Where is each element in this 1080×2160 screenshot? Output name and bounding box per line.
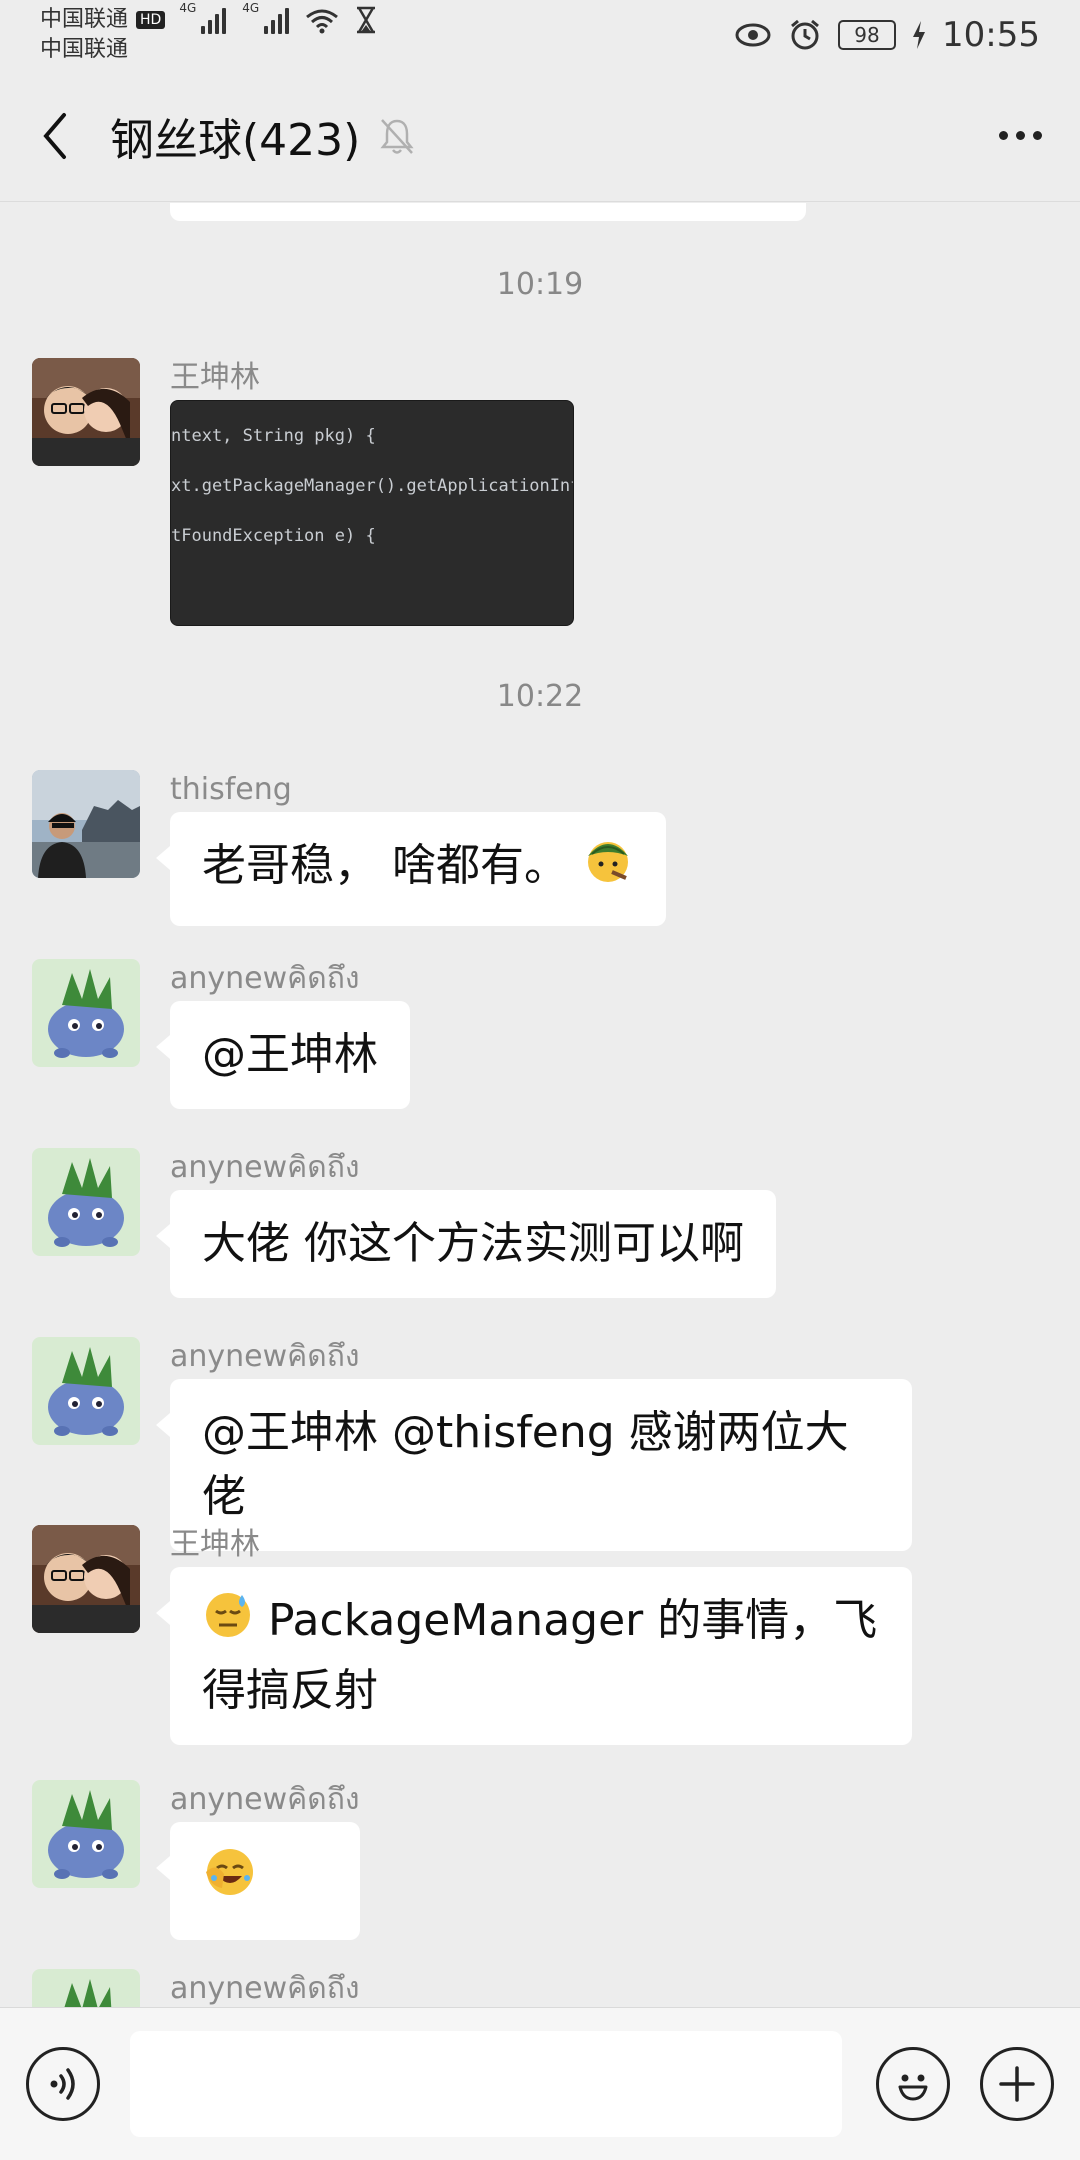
message-text: PackageManager 的事情，飞得搞反射 — [202, 1595, 878, 1716]
chevron-left-icon — [43, 112, 66, 159]
message-text: 大佬 你这个方法实测可以啊 — [202, 1218, 744, 1269]
message-text: @王坤林 @thisfeng 感谢两位大佬 — [202, 1407, 849, 1522]
dot-icon — [1015, 131, 1025, 140]
signal-icon: 4G — [179, 1, 227, 34]
plus-icon — [999, 2066, 1035, 2102]
avatar[interactable] — [32, 1337, 140, 1445]
more-options-button[interactable] — [988, 109, 1052, 163]
message-item: anynewคิดถึง @王坤林 @thisfeng 感谢两位大佬 — [32, 1337, 912, 1551]
avatar[interactable] — [32, 1148, 140, 1256]
wifi-icon — [306, 9, 339, 34]
avatar[interactable] — [32, 358, 140, 466]
signal-icon-2: 4G — [242, 1, 290, 34]
message-text: @王坤林 — [202, 1029, 378, 1080]
message-input[interactable] — [130, 2031, 842, 2137]
muted-bell-icon — [378, 116, 416, 156]
sender-name: anynewคิดถึง — [170, 1971, 360, 2006]
partial-message-bubble — [170, 203, 806, 221]
timestamp: 10:19 — [496, 267, 584, 302]
message-bubble[interactable]: 老哥稳， 啥都有。 — [156, 812, 666, 926]
sender-name: 王坤林 — [170, 360, 260, 395]
avatar[interactable] — [32, 1525, 140, 1633]
eye-icon — [735, 23, 771, 47]
code-line: xt.getPackageManager().getApplicationInf… — [171, 476, 574, 496]
chat-title: 钢丝球(423) — [110, 114, 361, 166]
battery-indicator: 98 — [838, 20, 897, 50]
face-palm-laugh-emoji-icon — [202, 1844, 258, 1918]
input-bar — [0, 2007, 1080, 2160]
avatar[interactable] — [32, 770, 140, 878]
message-list[interactable]: 10:19 王坤林 ntext, String pkg) { xt.getPac… — [0, 203, 1080, 2007]
alarm-icon — [791, 19, 819, 50]
message-bubble[interactable]: @王坤林 — [156, 1001, 410, 1109]
sender-name: thisfeng — [170, 772, 292, 807]
message-item: anynewคิดถึง — [32, 1969, 360, 2007]
avatar[interactable] — [32, 959, 140, 1067]
image-message-code-screenshot[interactable]: ntext, String pkg) { xt.getPackageManage… — [170, 400, 574, 626]
message-item: 王坤林 PackageManager 的事情，飞得搞反射 — [32, 1525, 912, 1745]
message-item: anynewคิดถึง 大佬 你这个方法实测可以啊 — [32, 1148, 776, 1298]
sender-name: anynewคิดถึง — [170, 1339, 360, 1374]
carrier-info: 中国联通 HD 4G 4G 中国联通 — [40, 1, 377, 64]
message-bubble[interactable]: PackageManager 的事情，飞得搞反射 — [156, 1567, 912, 1745]
back-button[interactable] — [28, 109, 82, 163]
code-line: tFoundException e) { — [171, 526, 376, 546]
chat-header: 钢丝球(423) — [0, 70, 1080, 202]
clock: 10:55 — [942, 15, 1040, 55]
sender-name: 王坤林 — [170, 1527, 260, 1562]
message-item: 王坤林 ntext, String pkg) { xt.getPackageMa… — [32, 358, 574, 626]
status-bar: 中国联通 HD 4G 4G 中国联通 98 10:55 — [0, 0, 1080, 70]
dot-icon — [998, 131, 1008, 140]
message-text: 老哥稳， 啥都有。 — [202, 840, 568, 891]
code-line: ntext, String pkg) { — [171, 426, 376, 446]
emoji-button[interactable] — [876, 2047, 950, 2121]
voice-icon — [50, 2068, 75, 2100]
hourglass-icon — [357, 6, 376, 34]
smiley-icon — [898, 2074, 928, 2101]
carrier-name-1: 中国联通 — [40, 7, 129, 32]
message-item: anynewคิดถึง @王坤林 — [32, 959, 410, 1109]
network-indicators: 4G 4G — [179, 1, 377, 34]
message-item: thisfeng 老哥稳， 啥都有。 — [32, 770, 666, 926]
dot-icon — [1032, 131, 1042, 140]
message-bubble[interactable] — [156, 1822, 360, 1940]
charging-icon — [913, 21, 926, 49]
sender-name: anynewคิดถึง — [170, 1150, 360, 1185]
sender-name: anynewคิดถึง — [170, 961, 360, 996]
status-right: 98 10:55 — [734, 15, 1040, 55]
message-bubble[interactable]: 大佬 你这个方法实测可以啊 — [156, 1190, 776, 1298]
more-actions-button[interactable] — [980, 2047, 1054, 2121]
message-item: anynewคิดถึง — [32, 1780, 360, 1940]
avatar[interactable] — [32, 1969, 140, 2007]
avatar[interactable] — [32, 1780, 140, 1888]
voice-input-button[interactable] — [26, 2047, 100, 2121]
timestamp: 10:22 — [496, 679, 584, 714]
turtle-emoji-icon — [582, 834, 634, 904]
carrier-name-2: 中国联通 — [40, 37, 129, 62]
sweat-smile-emoji-icon — [202, 1589, 254, 1659]
hd-badge: HD — [136, 11, 166, 29]
sender-name: anynewคิดถึง — [170, 1782, 360, 1817]
